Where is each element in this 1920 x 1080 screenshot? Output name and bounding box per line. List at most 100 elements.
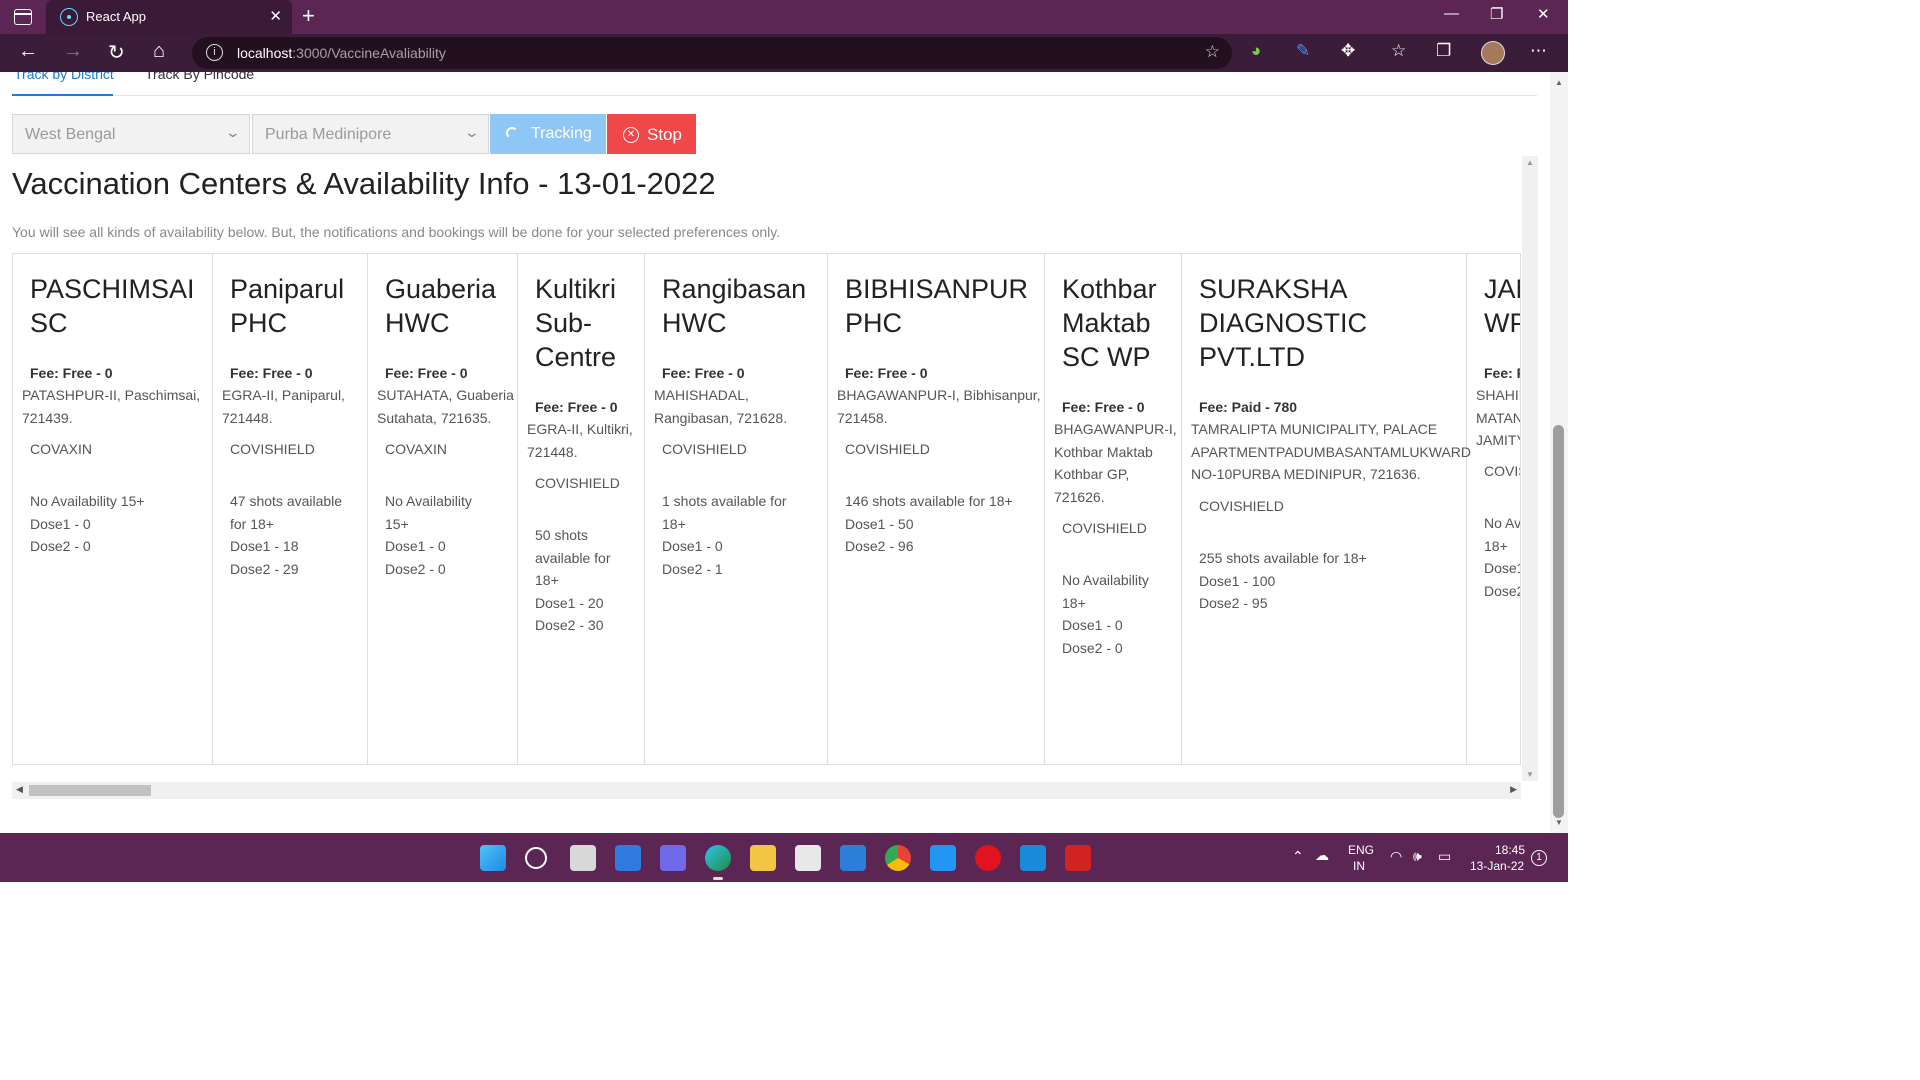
center-fee: Fee: F	[1484, 365, 1520, 381]
center-fee: Fee: Free - 0	[230, 365, 313, 381]
onedrive-cloud-icon[interactable]: ☁	[1315, 847, 1329, 864]
page-vertical-scrollbar[interactable]: ▲ ▼	[1550, 72, 1568, 833]
opera-icon[interactable]	[975, 845, 1001, 871]
tab-track-by-district[interactable]: Track by District	[14, 72, 114, 82]
collections-icon[interactable]: ❐	[1436, 41, 1451, 61]
scroll-left-icon[interactable]: ◀	[16, 784, 23, 795]
availability-info: 255 shots available for 18+ Dose1 - 100 …	[1199, 547, 1459, 615]
dose1-count: Dose1	[1484, 560, 1521, 576]
more-options-icon[interactable]: ⋯	[1530, 41, 1547, 61]
site-info-icon[interactable]: i	[206, 44, 223, 61]
file-explorer-icon[interactable]	[750, 845, 776, 871]
forward-arrow-icon[interactable]: →	[63, 40, 83, 63]
widgets-icon[interactable]	[615, 845, 641, 871]
profile-avatar[interactable]	[1481, 41, 1505, 65]
center-address: BHAGAWANPUR-I, Kothbar Maktab Kothbar GP…	[1054, 421, 1177, 505]
dose2-count: Dose2 - 0	[30, 538, 91, 554]
browser-toolbar: ← → ↻ ⌂ i localhost:3000/VaccineAvaliabi…	[0, 34, 1568, 72]
extension-globe-icon[interactable]: ◕	[1251, 41, 1261, 61]
center-card: BIBHISANPUR PHC Fee: Free - 0 BHAGAWANPU…	[828, 254, 1045, 764]
chrome-icon[interactable]	[885, 845, 911, 871]
dose1-count: Dose1 - 0	[30, 515, 91, 532]
vaccine-name: COVISHIELD	[230, 441, 315, 457]
tab-actions-icon[interactable]	[14, 9, 32, 25]
availability-text: No Availability 15+	[385, 493, 472, 532]
tab-close-icon[interactable]: ✕	[269, 7, 282, 25]
favorites-icon[interactable]: ☆	[1391, 41, 1406, 61]
center-address: TAMRALIPTA MUNICIPALITY, PALACE APARTMEN…	[1191, 421, 1472, 482]
center-name: Kultikri Sub-Centre	[535, 274, 617, 372]
notification-badge[interactable]: 1	[1531, 850, 1547, 866]
clock-date[interactable]: 13-Jan-22	[1470, 859, 1524, 873]
extensions-puzzle-icon[interactable]: ✥	[1341, 41, 1355, 61]
scroll-right-icon[interactable]: ▶	[1510, 784, 1517, 795]
tab-track-by-pincode[interactable]: Track By Pincode	[145, 72, 254, 82]
edge-browser-icon[interactable]	[705, 845, 731, 880]
teams-chat-icon[interactable]	[660, 845, 686, 871]
notepad-icon[interactable]	[930, 845, 956, 871]
close-window-button[interactable]: ✕	[1537, 5, 1550, 23]
back-arrow-icon[interactable]: ←	[18, 40, 38, 63]
availability-text: No Availability 15+	[30, 493, 145, 509]
center-cards-container[interactable]: PASCHIMSAI SC Fee: Free - 0 PATASHPUR-II…	[12, 253, 1521, 765]
center-address: PATASHPUR-II, Paschimsai, 721439.	[22, 387, 201, 426]
scroll-up-icon[interactable]: ▲	[1526, 158, 1534, 167]
state-select[interactable]: West Bengal ⌄	[12, 114, 250, 154]
battery-icon[interactable]: ▭	[1438, 848, 1451, 865]
horizontal-scroll-thumb[interactable]	[29, 785, 151, 796]
vscode-icon[interactable]	[1020, 845, 1046, 871]
vaccine-name: COVISHIELD	[1199, 498, 1284, 514]
refresh-icon[interactable]: ↻	[108, 40, 125, 65]
page-scroll-thumb[interactable]	[1553, 425, 1564, 818]
url-text[interactable]: localhost:3000/VaccineAvaliability	[237, 45, 446, 61]
dose1-count: Dose1 - 0	[1062, 617, 1123, 633]
home-icon[interactable]: ⌂	[153, 40, 165, 63]
new-tab-button[interactable]: +	[302, 3, 315, 29]
center-address: MAHISHADAL, Rangibasan, 721628.	[654, 387, 788, 426]
center-address: SHAHID MATAN JAMITY	[1476, 387, 1521, 448]
scroll-up-icon[interactable]: ▲	[1555, 78, 1563, 87]
availability-text: No Av 18+	[1484, 515, 1521, 554]
mail-icon[interactable]	[840, 845, 866, 871]
search-icon[interactable]	[525, 847, 547, 869]
show-hidden-icons-chevron-icon[interactable]: ⌃	[1292, 848, 1304, 865]
microsoft-store-icon[interactable]	[795, 845, 821, 871]
task-view-icon[interactable]	[570, 845, 596, 871]
center-card: Kultikri Sub-Centre Fee: Free - 0 EGRA-I…	[518, 254, 645, 764]
clock-time[interactable]: 18:45	[1495, 843, 1525, 857]
add-favorite-icon[interactable]: ☆	[1205, 42, 1220, 62]
vaccine-name: COVISHIELD	[535, 475, 620, 491]
windows-start-icon[interactable]	[480, 845, 506, 871]
cards-horizontal-scrollbar[interactable]: ◀ ▶	[12, 782, 1521, 799]
wifi-icon[interactable]: ◠	[1390, 848, 1402, 865]
language-indicator[interactable]: ENG	[1348, 843, 1374, 857]
active-tab-indicator	[12, 94, 113, 96]
volume-icon[interactable]: 🕪	[1413, 848, 1422, 865]
dose2-count: Dose2 - 96	[845, 538, 914, 554]
browser-tab[interactable]: React App ✕	[46, 0, 292, 34]
loading-spinner-icon	[506, 127, 518, 139]
center-card: Guaberia HWC Fee: Free - 0 SUTAHATA, Gua…	[368, 254, 518, 764]
availability-info: 47 shots available for 18+ Dose1 - 18 Do…	[230, 490, 360, 580]
restore-button[interactable]: ❐	[1490, 5, 1503, 23]
cards-vertical-scrollbar[interactable]: ▲ ▼	[1522, 156, 1538, 781]
scroll-down-icon[interactable]: ▼	[1526, 770, 1534, 779]
center-card: SURAKSHA DIAGNOSTIC PVT.LTD Fee: Paid - …	[1182, 254, 1472, 764]
extension-pen-icon[interactable]: ✎	[1296, 41, 1310, 61]
district-select[interactable]: Purba Medinipore ⌄	[252, 114, 489, 154]
address-bar[interactable]: i localhost:3000/VaccineAvaliability ☆	[192, 37, 1232, 69]
dose1-count: Dose1 - 18	[230, 538, 299, 554]
chevron-down-icon: ⌄	[463, 124, 481, 140]
acrobat-reader-icon[interactable]	[1065, 845, 1091, 871]
dose2-count: Dose2 - 95	[1199, 595, 1268, 611]
availability-info: 146 shots available for 18+ Dose1 - 50 D…	[845, 490, 1045, 558]
stop-button[interactable]: ✕ Stop	[607, 114, 696, 154]
scroll-down-icon[interactable]: ▼	[1555, 818, 1563, 827]
language-region[interactable]: IN	[1353, 859, 1365, 873]
tracking-button[interactable]: Tracking	[490, 114, 606, 154]
minimize-button[interactable]: —	[1444, 5, 1459, 22]
vaccine-name: COVISHIELD	[845, 441, 930, 457]
dose2-count: Dose2 - 30	[535, 617, 604, 633]
center-fee: Fee: Paid - 780	[1199, 399, 1298, 415]
dose1-count: Dose1 - 20	[535, 594, 604, 611]
